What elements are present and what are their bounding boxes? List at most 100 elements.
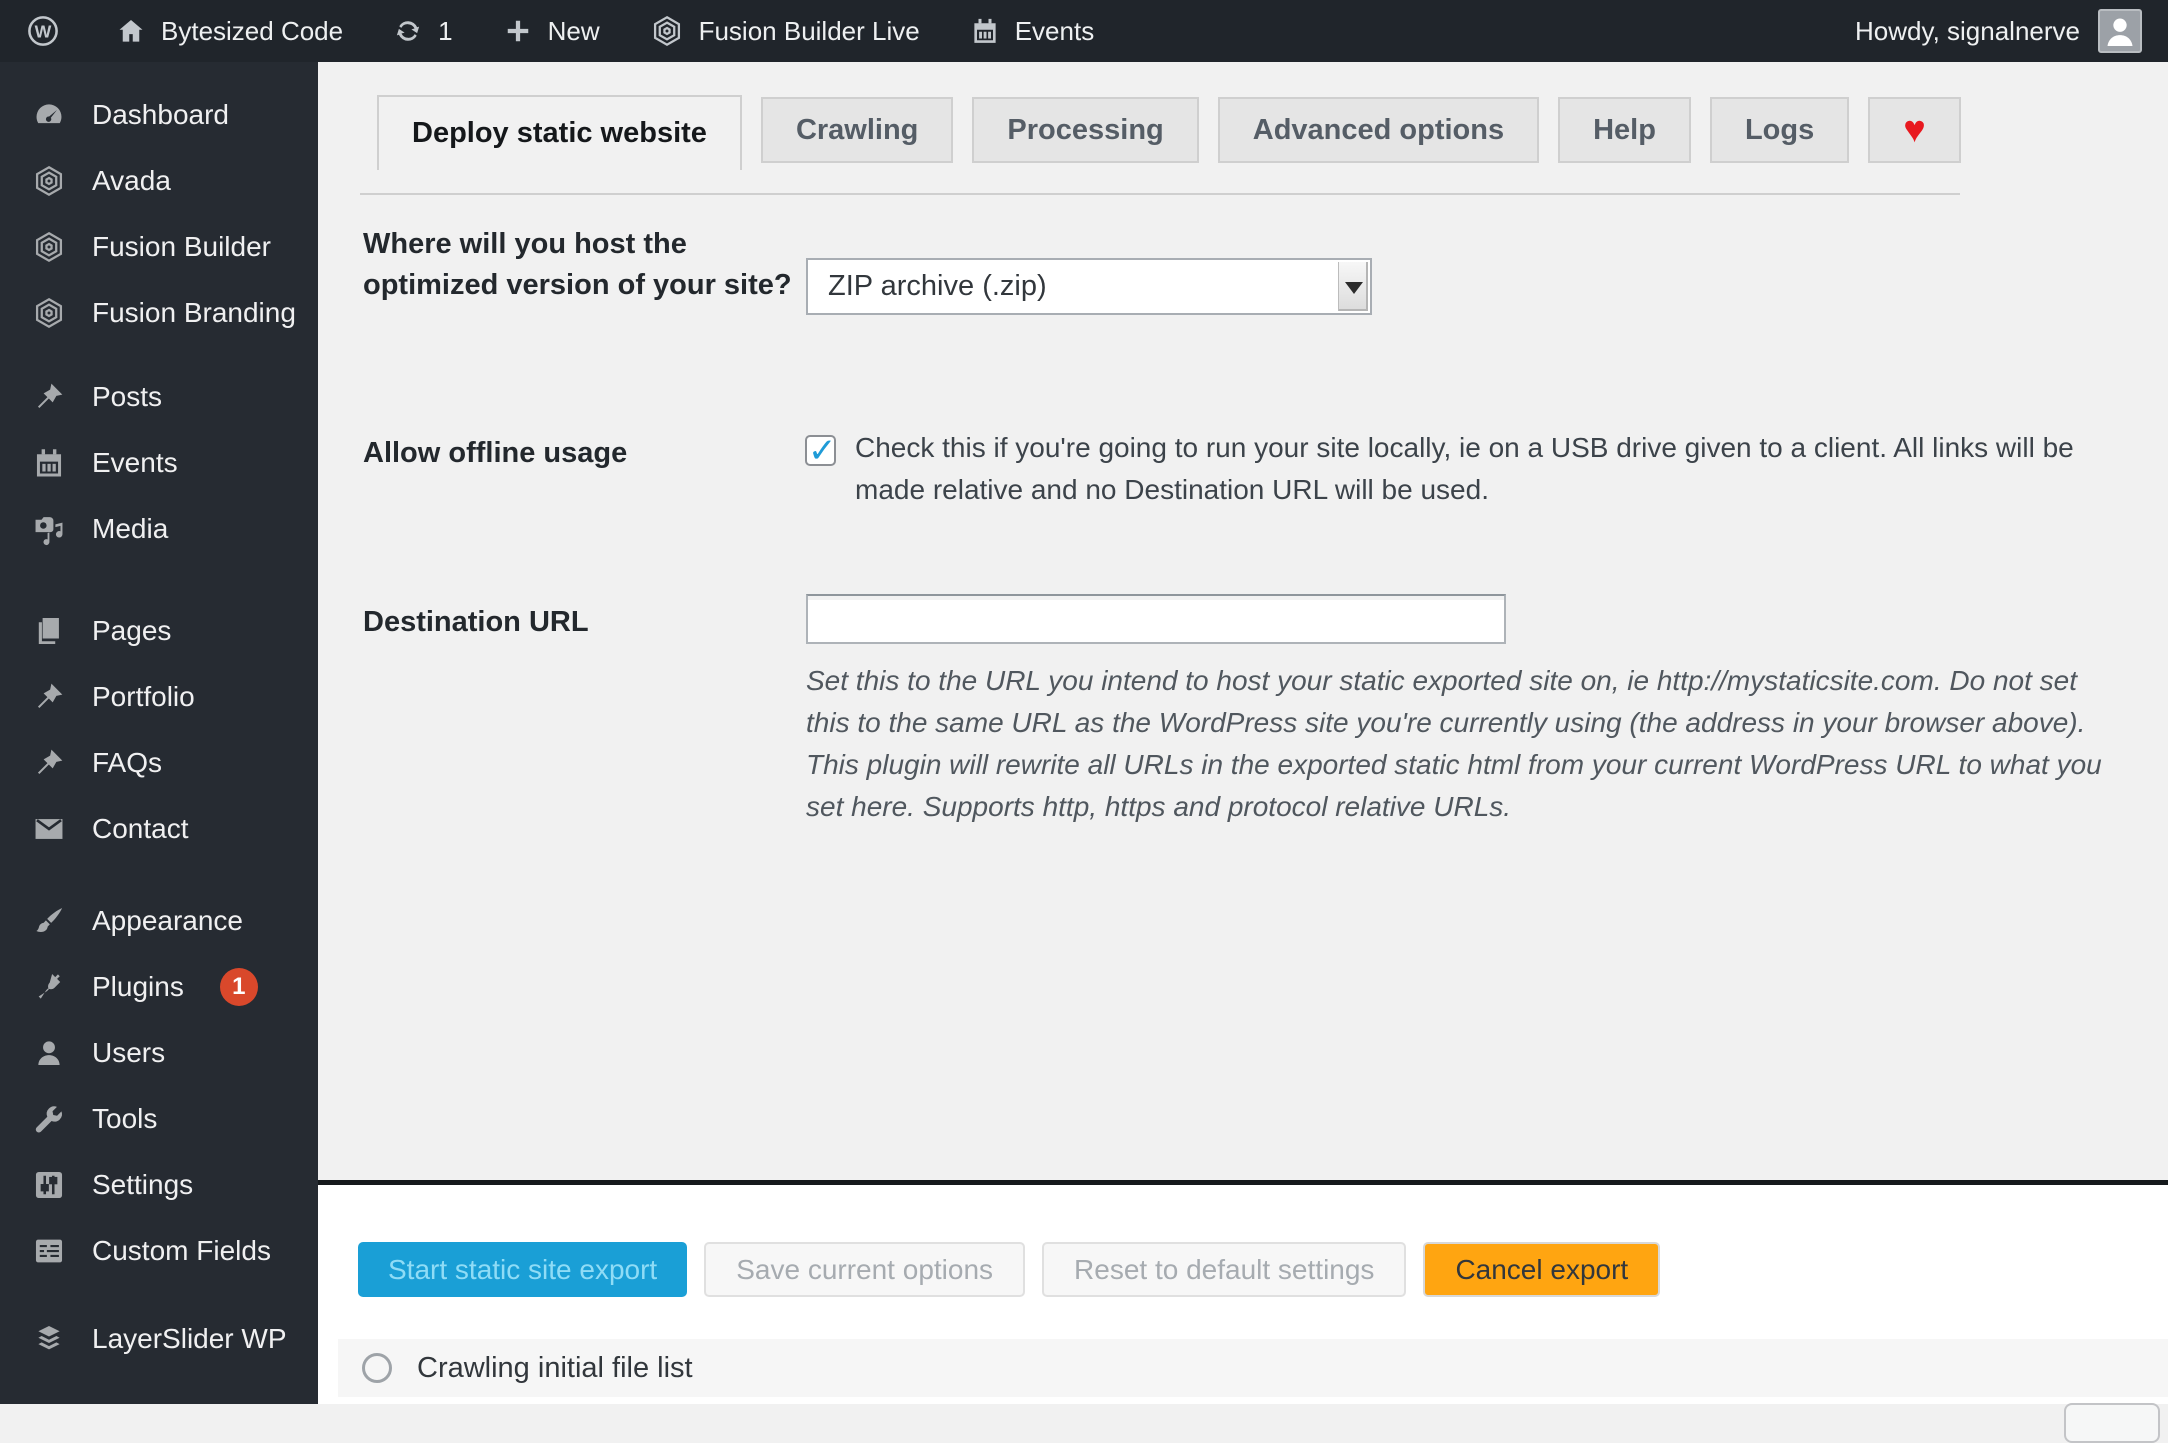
sidebar-item-label: Media	[92, 513, 169, 544]
plus-icon	[503, 16, 533, 46]
howdy-account-link[interactable]: Howdy, signalnerve	[1855, 16, 2080, 47]
sidebar-item-label: Portfolio	[92, 681, 195, 712]
sidebar-item-users[interactable]: Users	[0, 1020, 318, 1086]
pushpin-icon	[32, 380, 66, 414]
tab-donate[interactable]: ♥	[1868, 97, 1961, 163]
select-dropdown-arrow-icon	[1338, 262, 1368, 311]
plugin-icon	[32, 970, 66, 1004]
media-icon	[32, 512, 66, 546]
status-spinner-icon	[362, 1353, 392, 1383]
sidebar-item-settings[interactable]: Settings	[0, 1152, 318, 1218]
sidebar-item-pages[interactable]: Pages	[0, 598, 318, 664]
layers-icon	[32, 1322, 66, 1356]
sidebar-item-label: Dashboard	[92, 99, 229, 130]
sidebar-item-label: Posts	[92, 381, 163, 412]
admin-bar: Bytesized Code 1 New Fusion Builder Live…	[0, 0, 2168, 62]
user-icon	[32, 1036, 66, 1070]
sidebar-item-posts[interactable]: Posts	[0, 364, 318, 430]
sidebar-item-faqs[interactable]: FAQs	[0, 730, 318, 796]
fusion-builder-live-label: Fusion Builder Live	[698, 15, 920, 46]
sidebar-item-label: Plugins	[92, 971, 184, 1002]
tab-help[interactable]: Help	[1558, 97, 1691, 163]
sidebar-item-label: Custom Fields	[92, 1235, 271, 1266]
actions-panel: Start static site export Save current op…	[318, 1185, 2168, 1443]
sidebar-item-fusion-builder[interactable]: Fusion Builder	[0, 214, 318, 280]
sidebar-item-label: Avada	[92, 165, 171, 196]
tab-label: Crawling	[795, 113, 919, 146]
host-destination-select[interactable]: ZIP archive (.zip)	[806, 258, 1372, 315]
site-name: Bytesized Code	[161, 15, 344, 46]
dashboard-icon	[32, 98, 66, 132]
tab-label: Deploy static website	[412, 117, 707, 149]
tabs-underline	[360, 193, 1960, 195]
sidebar-item-media[interactable]: Media	[0, 496, 318, 562]
sidebar-item-portfolio[interactable]: Portfolio	[0, 664, 318, 730]
menu-separator	[0, 1284, 318, 1306]
pushpin-icon	[32, 746, 66, 780]
tab-advanced-options[interactable]: Advanced options	[1217, 97, 1540, 163]
sidebar-item-label: Contact	[92, 813, 189, 844]
offline-usage-description: Check this if you're going to run your s…	[855, 432, 2074, 505]
tab-label: Logs	[1744, 113, 1815, 146]
sidebar-item-avada[interactable]: Avada	[0, 148, 318, 214]
update-count: 1	[438, 15, 453, 46]
sidebar-item-contact[interactable]: Contact	[0, 796, 318, 862]
sidebar-item-dashboard[interactable]: Dashboard	[0, 82, 318, 148]
offline-usage-checkbox[interactable]	[805, 431, 837, 471]
sidebar-item-fusion-branding[interactable]: Fusion Branding	[0, 280, 318, 346]
sidebar-item-label: Pages	[92, 615, 172, 646]
tab-label: Processing	[1007, 113, 1164, 146]
pages-icon	[32, 614, 66, 648]
wordpress-menu[interactable]	[26, 14, 60, 48]
events-label: Events	[1014, 15, 1095, 46]
cancel-export-button[interactable]: Cancel export	[1423, 1242, 1661, 1297]
person-icon	[2100, 11, 2140, 51]
avatar[interactable]	[2098, 9, 2142, 53]
tab-deploy-static-website[interactable]: Deploy static website	[377, 95, 742, 170]
sidebar-item-events[interactable]: Events	[0, 430, 318, 496]
save-options-button[interactable]: Save current options	[704, 1242, 1026, 1297]
sidebar-item-tools[interactable]: Tools	[0, 1086, 318, 1152]
destination-url-label: Destination URL	[363, 606, 589, 638]
sidebar-item-custom-fields[interactable]: Custom Fields	[0, 1218, 318, 1284]
offline-usage-label: Allow offline usage	[363, 437, 628, 469]
sidebar-item-plugins[interactable]: Plugins 1	[0, 954, 318, 1020]
menu-separator	[0, 346, 318, 364]
calendar-icon	[32, 446, 66, 480]
tab-processing[interactable]: Processing	[972, 97, 1199, 163]
pushpin-icon	[32, 680, 66, 714]
start-export-button[interactable]: Start static site export	[358, 1242, 688, 1297]
avada-hexagon-icon	[32, 164, 66, 198]
new-label: New	[547, 15, 600, 46]
home-icon	[116, 16, 146, 46]
sidebar-item-label: FAQs	[92, 747, 163, 778]
tab-crawling[interactable]: Crawling	[760, 97, 954, 163]
status-label: Crawling initial file list	[417, 1351, 693, 1384]
sidebar-item-label: Tools	[92, 1103, 158, 1134]
events-admin-link[interactable]: Events	[970, 15, 1095, 47]
calendar-icon	[970, 16, 1000, 46]
tab-label: Help	[1593, 113, 1656, 146]
sidebar-item-label: Settings	[92, 1169, 194, 1200]
reset-defaults-button[interactable]: Reset to default settings	[1042, 1242, 1407, 1297]
fusion-builder-live-link[interactable]: Fusion Builder Live	[650, 14, 920, 48]
fusion-builder-hexagon-icon	[32, 230, 66, 264]
paintbrush-icon	[32, 904, 66, 938]
wordpress-logo-icon	[26, 14, 60, 48]
plugin-tabs: Deploy static website Crawling Processin…	[377, 95, 1961, 170]
sidebar-menu: Dashboard Avada Fusion Builder Fusion Br…	[0, 62, 318, 1404]
site-name-link[interactable]: Bytesized Code	[116, 16, 343, 47]
tab-logs[interactable]: Logs	[1709, 97, 1850, 163]
new-content-link[interactable]: New	[503, 16, 600, 47]
sidebar-item-label: Appearance	[92, 905, 244, 936]
sidebar-item-appearance[interactable]: Appearance	[0, 888, 318, 954]
destination-url-input[interactable]	[806, 594, 1506, 644]
fusion-hexagon-icon	[650, 14, 684, 48]
custom-fields-icon	[32, 1234, 66, 1268]
sidebar-item-layerslider-wp[interactable]: LayerSlider WP	[0, 1306, 318, 1372]
destination-url-description: Set this to the URL you intend to host y…	[806, 665, 2102, 822]
updates-link[interactable]: 1	[393, 15, 453, 47]
envelope-icon	[32, 812, 66, 846]
cut-off-button[interactable]	[2064, 1403, 2160, 1443]
menu-separator	[0, 562, 318, 598]
